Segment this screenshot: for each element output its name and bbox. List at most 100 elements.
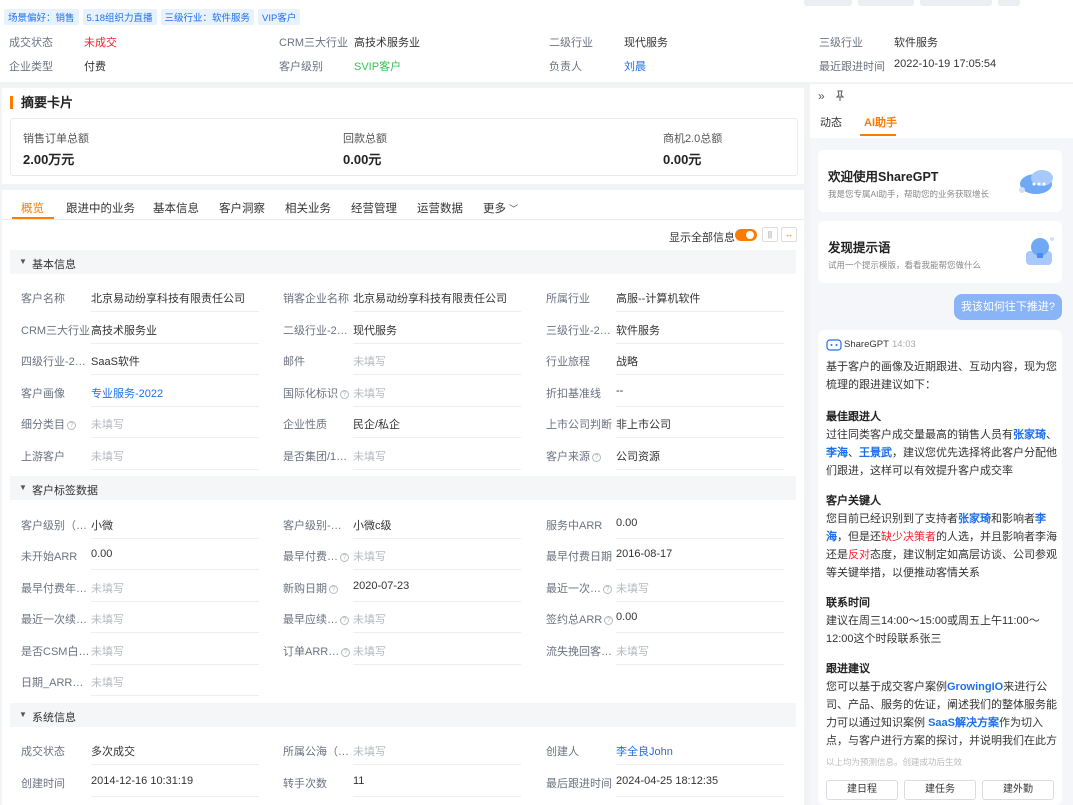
field-value-empty: 未填写 (353, 551, 386, 563)
field-value: 现代服务 (353, 325, 397, 337)
field-label: 销客企业名称 (283, 293, 349, 305)
chevron-down-icon: ﹀ (509, 204, 519, 214)
field-value-empty: 未填写 (353, 356, 386, 368)
field-value-empty: 未填写 (353, 388, 386, 400)
field-label: 上市公司判断 (546, 419, 612, 431)
field-label-text: 细分类目 (21, 419, 65, 431)
column-layout-icon[interactable]: || (762, 227, 778, 242)
field-value: SaaS软件 (91, 356, 140, 368)
field-underline (616, 437, 784, 438)
tab-related-business[interactable]: 相关业务 (285, 200, 331, 216)
help-icon[interactable]: ? (603, 585, 612, 594)
meta-value: 2022-10-19 17:05:54 (894, 58, 997, 70)
field-value-empty: 未填写 (353, 746, 386, 758)
tab-operations-data[interactable]: 运营数据 (417, 200, 463, 216)
field-label-text: 最早应续… (283, 614, 338, 626)
field-label: 客户画像 (21, 388, 65, 400)
active-tab-indicator (860, 134, 896, 136)
field-label: 是否集团/1… (283, 451, 348, 463)
field-value-empty: 未填写 (353, 646, 386, 658)
assistant-answer-card: ShareGPT 14:03 基于客户的画像及近期跟进、互动内容，现为您梳理的跟… (818, 330, 1062, 805)
help-icon[interactable]: ? (340, 553, 349, 562)
active-tab-indicator (12, 217, 54, 219)
help-icon[interactable]: ? (604, 616, 614, 625)
field-label-with-help: 国际化标识? (283, 385, 349, 401)
create-field-visit-button[interactable]: 建外勤 (982, 780, 1054, 800)
expand-icon[interactable]: ↔ (781, 227, 797, 242)
field-label: 最早付费日期 (546, 551, 612, 563)
field-underline (91, 374, 259, 375)
bot-time: 14:03 (892, 339, 916, 350)
help-icon[interactable]: ? (67, 421, 76, 430)
field-value: 小微c级 (353, 520, 392, 532)
welcome-card[interactable]: 欢迎使用ShareGPT 我是您专属AI助手，帮助您的业务获取增长 (818, 150, 1062, 212)
chat-bubble-illustration-icon (1019, 170, 1053, 194)
creator-link[interactable]: 李全良John (616, 743, 673, 759)
help-icon[interactable]: ? (341, 648, 351, 657)
field-value-empty: 未填写 (91, 451, 124, 463)
help-icon[interactable]: ? (592, 453, 601, 462)
field-value: 非上市公司 (616, 419, 671, 431)
help-icon[interactable]: ? (340, 616, 349, 625)
field-underline (353, 538, 521, 539)
deal-status-value: 未成交 (84, 37, 117, 49)
meta-value: 软件服务 (894, 37, 938, 49)
header-action-button[interactable] (858, 0, 914, 6)
tab-operations-management[interactable]: 经营管理 (351, 200, 397, 216)
customer-level-value: SVIP客户 (354, 61, 402, 73)
tag[interactable]: 场景偏好：销售 (4, 9, 79, 25)
field-label: CRM三大行业 (21, 325, 91, 337)
field-value-empty: 未填写 (91, 583, 124, 595)
field-label-with-help: 签约总ARR? (546, 611, 614, 627)
collapse-icon[interactable]: » (818, 89, 825, 103)
show-all-toggle[interactable] (735, 229, 757, 241)
header-more-button[interactable] (998, 0, 1020, 6)
user-message-bubble: 我该如何往下推进? (954, 294, 1062, 320)
tag[interactable]: 5.18组织力直播 (82, 9, 157, 25)
field-value: 民企/私企 (353, 419, 401, 431)
tag[interactable]: 三级行业：软件服务 (160, 9, 255, 25)
tab-overview[interactable]: 概览 (21, 200, 44, 216)
help-icon[interactable]: ? (340, 390, 349, 399)
customer-persona-link[interactable]: 专业服务-2022 (91, 385, 163, 401)
section-header-customer-tags[interactable]: ▼ 客户标签数据 (10, 476, 796, 500)
field-label: 邮件 (283, 356, 305, 368)
header-action-button[interactable] (804, 0, 852, 6)
header-action-button[interactable] (920, 0, 992, 6)
field-value: 战略 (616, 356, 638, 368)
answer-heading: 跟进建议 (826, 663, 870, 675)
tab-activity[interactable]: 动态 (820, 114, 842, 130)
field-underline (91, 601, 259, 602)
discover-prompts-card[interactable]: 发现提示语 试用一个提示模版，看看我能帮您做什么 (818, 221, 1062, 283)
tab-basic-info[interactable]: 基本信息 (153, 200, 199, 216)
help-icon[interactable]: ? (329, 585, 338, 594)
section-header-system-info[interactable]: ▼ 系统信息 (10, 703, 796, 727)
tab-ai-assistant[interactable]: AI助手 (864, 114, 897, 130)
pin-icon[interactable] (834, 90, 846, 102)
field-underline (353, 664, 521, 665)
field-value-empty: 未填写 (353, 451, 386, 463)
field-value: 0.00 (616, 517, 638, 529)
card-title: 发现提示语 (828, 241, 891, 255)
field-value-empty: 未填写 (91, 646, 124, 658)
field-underline (91, 796, 259, 797)
tab-customer-insight[interactable]: 客户洞察 (219, 200, 265, 216)
field-label: 最后跟进时间 (546, 778, 612, 790)
tab-ongoing-business[interactable]: 跟进中的业务 (66, 200, 135, 216)
customer-header: 场景偏好：销售 5.18组织力直播 三级行业：软件服务 VIP客户 成交状态 未… (0, 0, 1073, 82)
section-header-basic-info[interactable]: ▼ 基本信息 (10, 250, 796, 274)
create-task-button[interactable]: 建任务 (904, 780, 976, 800)
field-label-with-help: 最早应续…? (283, 611, 349, 627)
card-subtitle: 我是您专属AI助手，帮助您的业务获取增长 (828, 189, 990, 199)
tab-more[interactable]: 更多 ﹀ (483, 200, 518, 216)
create-schedule-button[interactable]: 建日程 (826, 780, 898, 800)
tag[interactable]: VIP客户 (258, 9, 301, 25)
field-label: 创建时间 (21, 778, 65, 790)
field-label: 最近一次续… (21, 614, 87, 626)
field-label: 流失挽回客… (546, 646, 612, 658)
field-value: -- (616, 385, 624, 397)
owner-link[interactable]: 刘晨 (624, 58, 646, 74)
assistant-panel: » 动态 AI助手 欢迎使用ShareGPT 我是您专属AI助手，帮助您的业务获… (810, 84, 1073, 805)
field-value-empty: 未填写 (616, 646, 649, 658)
show-all-label: 显示全部信息 (669, 232, 735, 244)
